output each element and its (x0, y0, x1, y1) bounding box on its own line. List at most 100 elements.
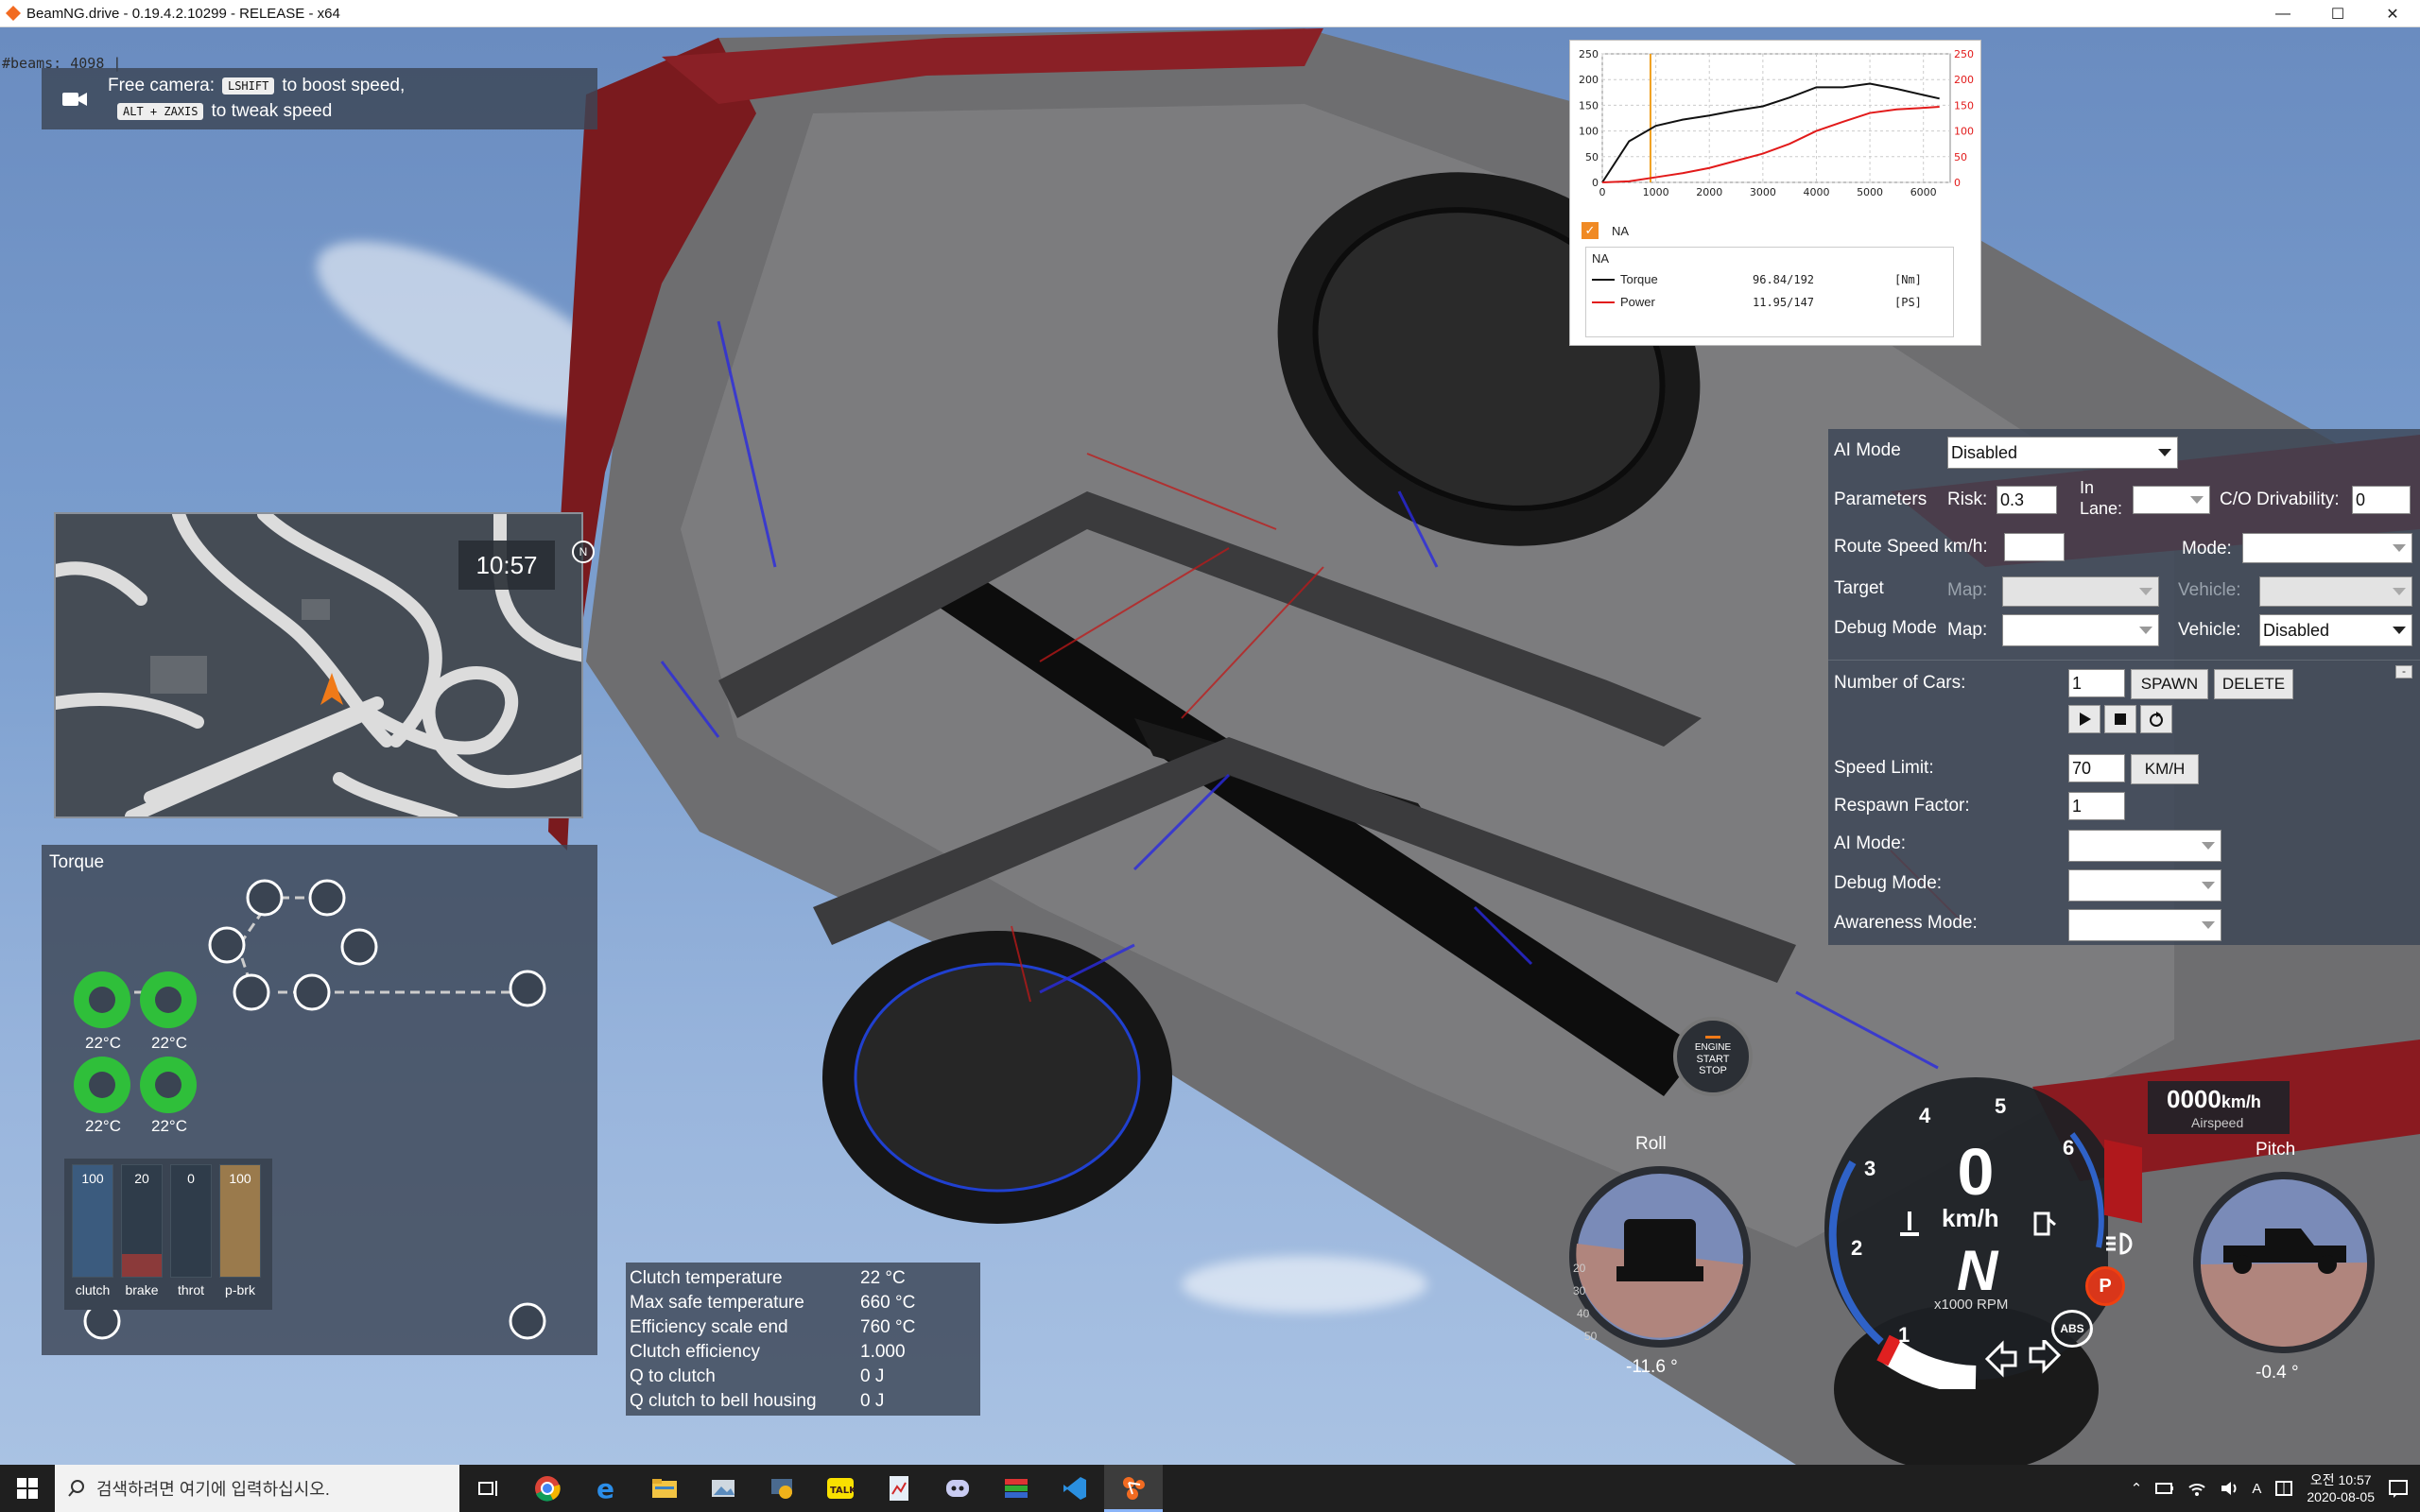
close-button[interactable]: ✕ (2365, 0, 2420, 27)
chevron-down-icon (2393, 588, 2406, 595)
target-map-select[interactable] (2002, 576, 2159, 607)
taskbar-time: 오전 10:57 (2309, 1472, 2372, 1487)
y-right-tick-label: 50 (1954, 151, 1967, 163)
respawn-factor-input[interactable]: 1 (2068, 792, 2125, 820)
maximize-button[interactable]: ☐ (2310, 0, 2365, 27)
x-tick-label: 2000 (1696, 186, 1722, 198)
clutch-info-row: Efficiency scale end 760 °C (628, 1315, 980, 1340)
y-left-tick-label: 0 (1592, 177, 1599, 189)
beamng-taskbar-button[interactable] (1104, 1465, 1163, 1512)
folder-icon (652, 1479, 677, 1498)
archive-app-taskbar-button[interactable] (987, 1465, 1046, 1512)
legend-torque-name: Torque (1620, 272, 1658, 286)
chevron-down-icon (2139, 627, 2152, 634)
battery-icon[interactable] (2155, 1482, 2174, 1495)
discord-icon (946, 1480, 969, 1497)
ime-indicator[interactable]: A (2252, 1481, 2261, 1497)
clutch-info-row: Q clutch to bell housing 0 J (628, 1389, 980, 1414)
target-vehicle-label: Vehicle: (2178, 580, 2241, 600)
clutch-info-row: Q to clutch 0 J (628, 1365, 980, 1389)
delete-button[interactable]: DELETE (2214, 669, 2293, 699)
ime-grid-icon[interactable] (2274, 1480, 2293, 1497)
risk-input[interactable]: 0.3 (1996, 486, 2057, 514)
vscode-icon (1063, 1477, 1086, 1500)
in-lane-label-bottom: Lane: (2080, 499, 2123, 518)
legend-power-unit: [PS] (1894, 295, 1922, 309)
number-of-cars-input[interactable]: 1 (2068, 669, 2125, 697)
target-vehicle-select[interactable] (2259, 576, 2412, 607)
speed-unit-button[interactable]: KM/H (2131, 754, 2199, 784)
engine-dyno-graph: 0 1000 2000 3000 4000 5000 6000 250 250 200 200 150… (1569, 40, 1981, 346)
document-icon (890, 1476, 908, 1501)
document-app-taskbar-button[interactable] (870, 1465, 928, 1512)
target-label: Target (1834, 578, 1884, 598)
co-drivability-input[interactable]: 0 (2352, 486, 2411, 514)
volume-icon[interactable] (2220, 1480, 2238, 1497)
collapse-button[interactable]: - (2395, 665, 2412, 679)
clutch-info-row: Clutch temperature 22 °C (628, 1266, 980, 1291)
free-camera-tweak-text: to tweak speed (211, 101, 333, 121)
legend-title: NA (1592, 251, 1610, 266)
na-checkbox-label: NA (1612, 224, 1630, 238)
debug-vehicle-label: Vehicle: (2178, 620, 2241, 640)
north-indicator-icon: N (572, 541, 595, 563)
notification-center-icon[interactable] (2388, 1479, 2409, 1498)
spawn-button[interactable]: SPAWN (2131, 669, 2208, 699)
mode-select[interactable] (2242, 533, 2412, 563)
stop-button[interactable] (2104, 705, 2136, 733)
edge-taskbar-button[interactable]: e (577, 1465, 635, 1512)
network-app-taskbar-button[interactable] (752, 1465, 811, 1512)
debug-mode-secondary-label: Debug Mode: (1834, 873, 1943, 893)
wheel-icon (509, 1302, 546, 1340)
wheel-temp-rl: 22°C (85, 1117, 121, 1135)
minimap[interactable]: 10:57 (54, 512, 583, 818)
route-speed-input[interactable] (2004, 533, 2065, 561)
beamng-app-icon (6, 6, 21, 21)
file-explorer-taskbar-button[interactable] (635, 1465, 694, 1512)
edge-icon: e (596, 1475, 614, 1502)
start-button[interactable] (0, 1465, 55, 1512)
clutch-info-value: 22 °C (860, 1268, 906, 1288)
taskbar-date: 2020-08-05 (2307, 1489, 2375, 1504)
awareness-mode-select[interactable] (2068, 909, 2221, 941)
y-left-tick-label: 200 (1579, 74, 1599, 86)
taskbar-clock[interactable]: 오전 10:57 2020-08-05 (2307, 1471, 2375, 1505)
input-bars: 100 clutch 20 brake 0 throt 100 p-brk (64, 1159, 272, 1310)
tray-expand-icon[interactable]: ⌃ (2131, 1480, 2143, 1497)
taskbar-search-box[interactable]: 검색하려면 여기에 입력하십시오. (55, 1465, 459, 1512)
clutch-info-panel: Clutch temperature 22 °C Max safe temperat… (626, 1263, 980, 1416)
ai-mode-select[interactable]: Disabled (1947, 437, 2178, 469)
photos-taskbar-button[interactable] (694, 1465, 752, 1512)
vscode-taskbar-button[interactable] (1046, 1465, 1104, 1512)
system-tray: ⌃ A 오전 10:57 2020-08-05 (2131, 1465, 2420, 1512)
window-titlebar: BeamNG.drive - 0.19.4.2.10299 - RELEASE … (0, 0, 2420, 27)
power-swatch (1592, 301, 1615, 303)
plot-area (1601, 53, 1951, 183)
discord-taskbar-button[interactable] (928, 1465, 987, 1512)
debug-mode-secondary-select[interactable] (2068, 869, 2221, 902)
wifi-icon[interactable] (2187, 1480, 2206, 1497)
engine-start-stop-button[interactable]: ENGINE START STOP (1673, 1017, 1753, 1096)
task-view-icon (478, 1481, 497, 1496)
input-bar-value: 20 (134, 1171, 149, 1186)
svg-text:e: e (596, 1475, 614, 1502)
na-checkbox[interactable]: ✓ (1582, 222, 1599, 239)
in-lane-select[interactable] (2133, 486, 2210, 514)
chevron-down-icon (2393, 627, 2406, 634)
wheel-temp-fr: 22°C (151, 1034, 187, 1052)
svg-text:TALK: TALK (830, 1486, 855, 1496)
speed-limit-input[interactable]: 70 (2068, 754, 2125, 782)
debug-map-select[interactable] (2002, 614, 2159, 646)
reset-button[interactable] (2140, 705, 2172, 733)
minimize-button[interactable]: — (2256, 0, 2310, 27)
clutch-info-row: Max safe temperature 660 °C (628, 1291, 980, 1315)
chrome-taskbar-button[interactable] (518, 1465, 577, 1512)
kakaotalk-taskbar-button[interactable]: TALK (811, 1465, 870, 1512)
debug-vehicle-select[interactable]: Disabled (2259, 614, 2412, 646)
ai-mode-secondary-select[interactable] (2068, 830, 2221, 862)
mode-label: Mode: (2182, 539, 2232, 558)
task-view-button[interactable] (459, 1465, 518, 1512)
ai-mode-secondary-label: AI Mode: (1834, 833, 1907, 853)
debug-vehicle-value: Disabled (2263, 620, 2330, 640)
play-button[interactable] (2068, 705, 2100, 733)
